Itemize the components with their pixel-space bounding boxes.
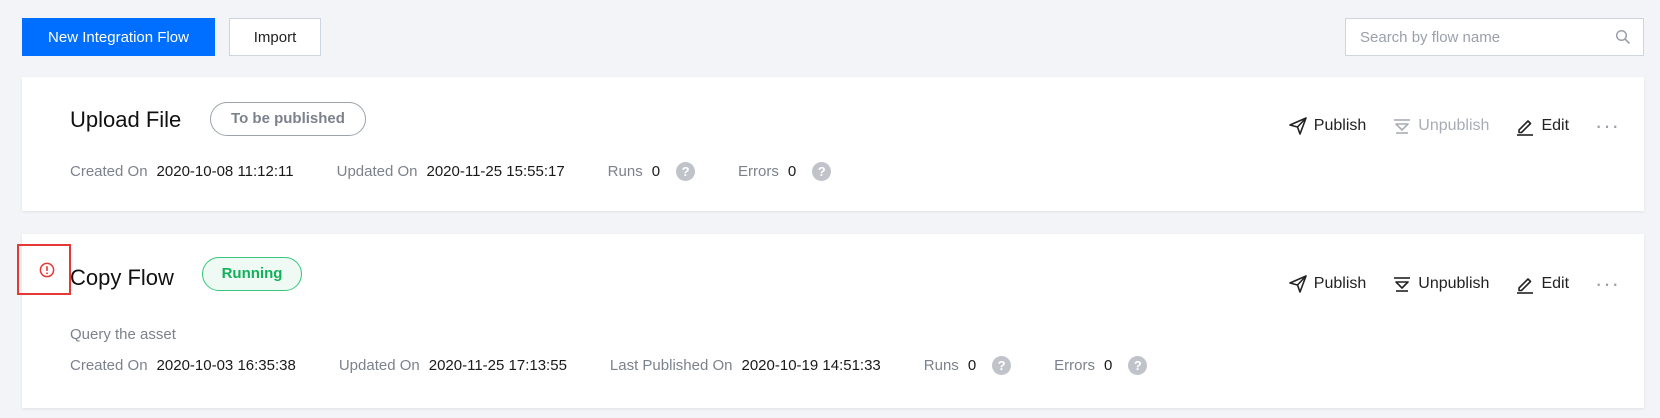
- new-integration-flow-button[interactable]: New Integration Flow: [22, 18, 215, 56]
- edit-label: Edit: [1541, 275, 1570, 292]
- updated-on: Updated On 2020-11-25 17:13:55: [339, 357, 567, 374]
- flow-title[interactable]: Upload File: [70, 107, 181, 133]
- send-icon: [1288, 117, 1307, 135]
- help-icon[interactable]: ?: [812, 162, 832, 181]
- error-alert-icon: [39, 262, 55, 278]
- more-icon[interactable]: ···: [1595, 273, 1620, 295]
- pencil-icon: [1517, 278, 1534, 294]
- flow-meta: Created On 2020-10-08 11:12:11 Updated O…: [70, 162, 874, 181]
- search-input[interactable]: [1346, 19, 1606, 55]
- meta-value: 2020-10-08 11:12:11: [156, 163, 294, 180]
- publish-button[interactable]: Publish: [1288, 116, 1366, 136]
- last-published-on: Last Published On 2020-10-19 14:51:33: [610, 357, 881, 374]
- flow-card-copy-flow: Copy Flow Running Publish Unpublish Edit…: [22, 234, 1644, 408]
- search-box: [1345, 18, 1644, 56]
- unpublish-label: Unpublish: [1418, 275, 1490, 292]
- errors: Errors 0 ?: [1054, 356, 1148, 375]
- created-on: Created On 2020-10-03 16:35:38: [70, 357, 296, 374]
- send-icon: [1288, 275, 1307, 293]
- help-icon[interactable]: ?: [992, 356, 1012, 375]
- help-icon[interactable]: ?: [676, 162, 696, 181]
- meta-value: 2020-10-19 14:51:33: [741, 357, 881, 374]
- meta-label: Updated On: [338, 357, 420, 374]
- flow-card-upload-file: Upload File To be published Publish Unpu…: [22, 77, 1644, 211]
- search-icon[interactable]: [1615, 29, 1631, 45]
- meta-value: 2020-11-25 15:55:17: [426, 163, 565, 180]
- flow-actions: Publish Unpublish Edit ···: [1262, 272, 1620, 296]
- publish-button[interactable]: Publish: [1288, 274, 1366, 294]
- import-button[interactable]: Import: [229, 18, 321, 56]
- flow-title[interactable]: Copy Flow: [70, 265, 174, 291]
- unpublish-label: Unpublish: [1418, 117, 1490, 134]
- runs: Runs 0 ?: [607, 162, 696, 181]
- meta-value: 2020-10-03 16:35:38: [156, 357, 296, 374]
- unpublish-button[interactable]: Unpublish: [1392, 116, 1489, 136]
- pencil-icon: [1517, 120, 1534, 136]
- unpublish-icon: [1394, 277, 1411, 292]
- meta-value: 0: [967, 357, 977, 374]
- meta-value: 0: [651, 163, 661, 180]
- edit-button[interactable]: Edit: [1515, 274, 1569, 294]
- publish-label: Publish: [1313, 275, 1367, 292]
- created-on: Created On 2020-10-08 11:12:11: [70, 163, 294, 180]
- unpublish-button[interactable]: Unpublish: [1392, 274, 1489, 294]
- meta-label: Runs: [923, 357, 959, 374]
- edit-button[interactable]: Edit: [1515, 116, 1569, 136]
- meta-label: Runs: [607, 163, 643, 180]
- meta-value: 0: [1104, 357, 1113, 374]
- edit-label: Edit: [1541, 117, 1570, 134]
- meta-label: Errors: [1054, 357, 1095, 374]
- meta-value: 2020-11-25 17:13:55: [428, 357, 567, 374]
- more-icon[interactable]: ···: [1595, 115, 1620, 137]
- updated-on: Updated On 2020-11-25 15:55:17: [337, 163, 565, 180]
- flow-actions: Publish Unpublish Edit ···: [1262, 114, 1620, 138]
- publish-label: Publish: [1313, 117, 1367, 134]
- flow-meta: Created On 2020-10-03 16:35:38 Updated O…: [70, 356, 1190, 375]
- meta-label: Last Published On: [609, 357, 733, 374]
- meta-label: Updated On: [336, 163, 418, 180]
- meta-label: Created On: [70, 163, 148, 180]
- toolbar: New Integration Flow Import: [22, 18, 1644, 56]
- status-badge: Running: [202, 257, 302, 291]
- meta-value: 0: [787, 163, 797, 180]
- error-alert-indicator[interactable]: [17, 244, 71, 295]
- flow-description: Query the asset: [70, 326, 176, 343]
- errors: Errors 0 ?: [738, 162, 832, 181]
- help-icon[interactable]: ?: [1128, 356, 1148, 375]
- runs: Runs 0 ?: [923, 356, 1012, 375]
- status-badge: To be published: [210, 102, 366, 136]
- meta-label: Errors: [738, 163, 779, 180]
- meta-label: Created On: [70, 357, 148, 374]
- unpublish-icon: [1394, 119, 1411, 134]
